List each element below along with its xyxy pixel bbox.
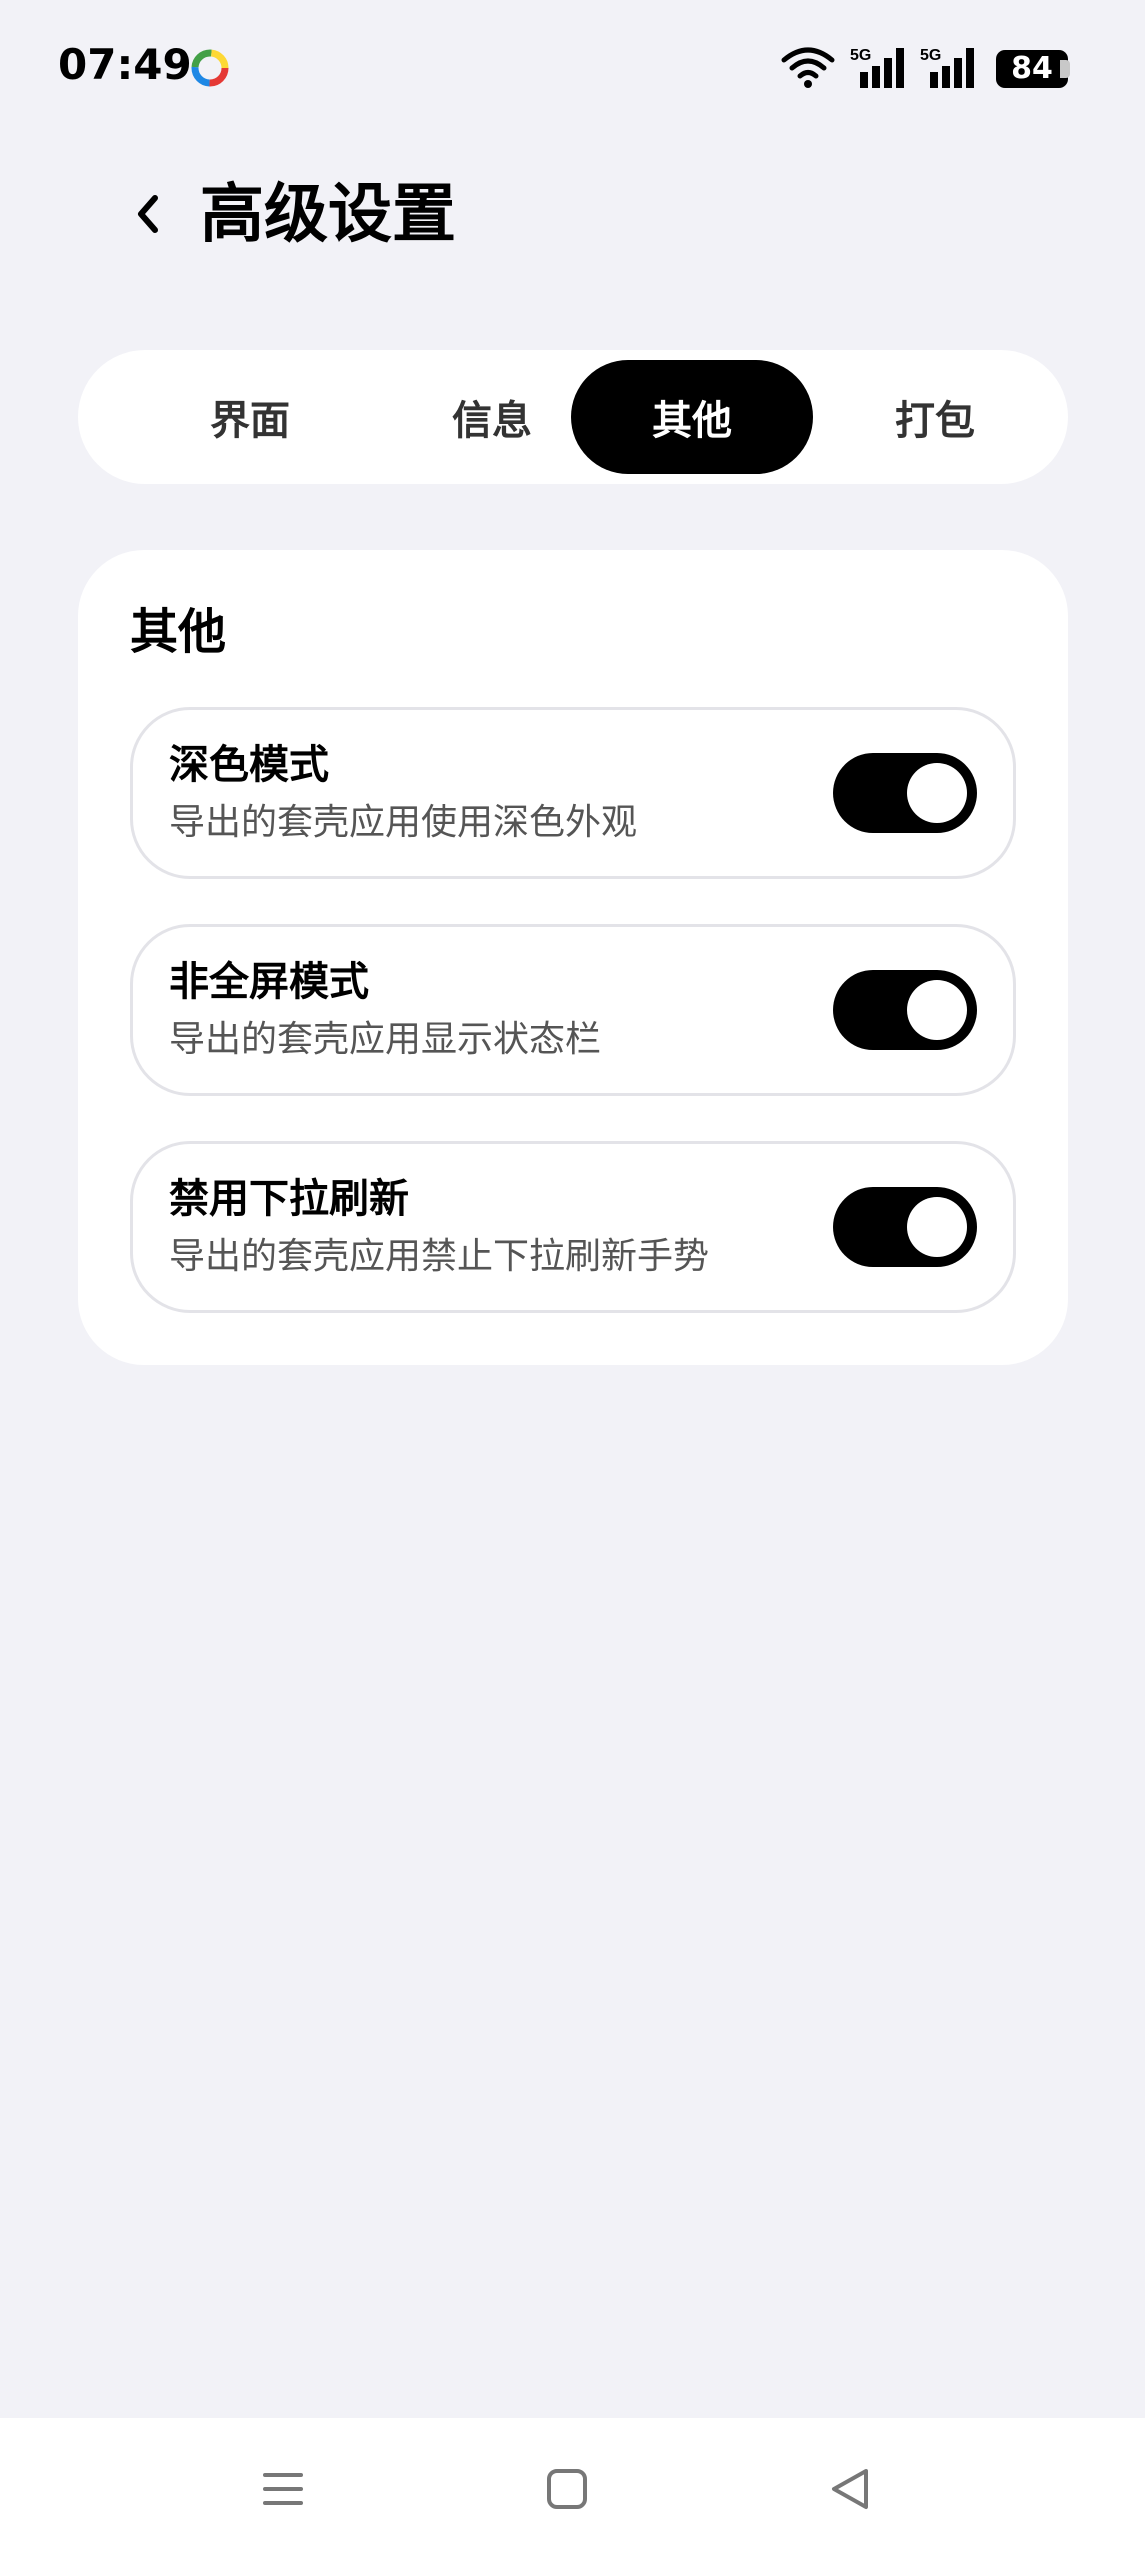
setting-description: 导出的套壳应用禁止下拉刷新手势 [169,1236,710,1277]
tab-package[interactable]: 打包 [814,360,1056,474]
app-indicator-icon [191,49,229,87]
setting-description: 导出的套壳应用使用深色外观 [169,802,638,843]
settings-card: 其他 深色模式 导出的套壳应用使用深色外观 非全屏模式 导出的套壳应用显示状态栏… [78,550,1068,1365]
setting-description: 导出的套壳应用显示状态栏 [169,1019,602,1060]
tab-interface[interactable]: 界面 [129,360,371,474]
toggle-knob [907,980,967,1040]
setting-disable-pull-refresh[interactable]: 禁用下拉刷新 导出的套壳应用禁止下拉刷新手势 [130,1141,1016,1313]
back-triangle-icon [832,2469,868,2509]
section-title: 其他 [130,604,227,660]
recent-apps-button[interactable] [248,2454,318,2524]
tab-other[interactable]: 其他 [571,360,813,474]
dark-mode-toggle[interactable] [833,753,977,833]
menu-icon [263,2473,303,2505]
toggle-knob [907,1197,967,1257]
svg-text:5G: 5G [920,47,941,64]
setting-title: 深色模式 [169,742,329,788]
system-back-button[interactable] [815,2454,885,2524]
back-button[interactable] [118,176,178,252]
page-title: 高级设置 [200,178,456,252]
signal-5g-icon: 5G [920,47,974,88]
signal-5g-icon: 5G [850,47,904,88]
svg-text:5G: 5G [850,47,871,64]
system-nav-bar [0,2418,1145,2560]
setting-title: 非全屏模式 [169,959,369,1005]
battery-icon: 84 [996,50,1068,88]
setting-title: 禁用下拉刷新 [169,1176,409,1222]
status-time: 07:49 [58,40,192,89]
setting-dark-mode[interactable]: 深色模式 导出的套壳应用使用深色外观 [130,707,1016,879]
wifi-icon [781,47,835,88]
setting-non-fullscreen[interactable]: 非全屏模式 导出的套壳应用显示状态栏 [130,924,1016,1096]
toggle-knob [907,763,967,823]
status-bar: 07:49 5G 5G 84 [0,0,1145,140]
battery-tip [1060,60,1070,78]
battery-level: 84 [1011,51,1053,86]
home-icon [547,2469,587,2509]
disable-pull-refresh-toggle[interactable] [833,1187,977,1267]
tab-bar: 界面 信息 其他 打包 [78,350,1068,484]
non-fullscreen-toggle[interactable] [833,970,977,1050]
chevron-left-icon [138,195,158,233]
home-button[interactable] [532,2454,602,2524]
